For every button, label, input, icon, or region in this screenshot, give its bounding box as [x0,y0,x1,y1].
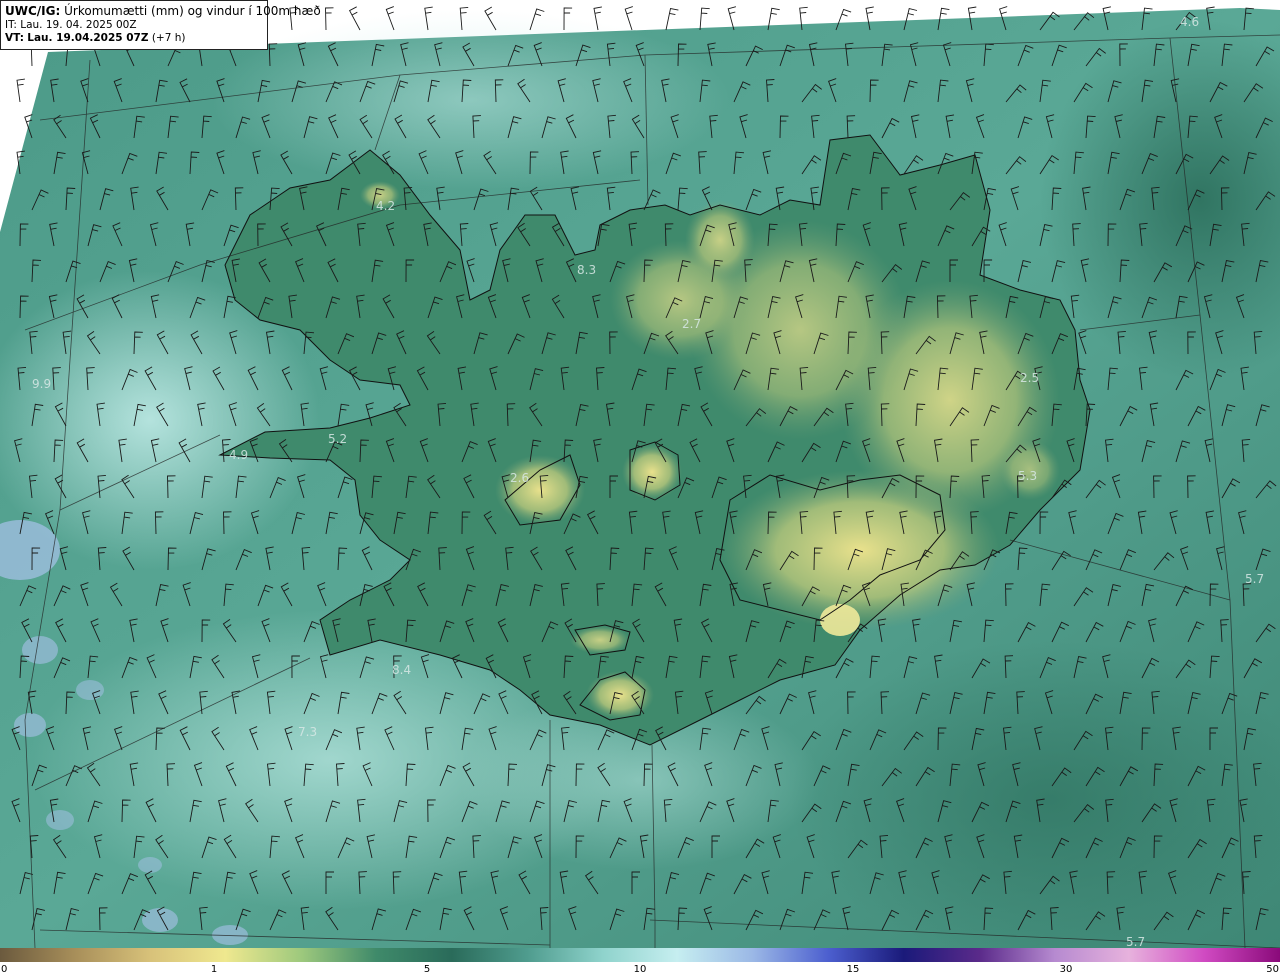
map-label-bottom-right: 5.7 [1126,935,1145,948]
colorbar-tick-15: 15 [846,964,860,975]
map-label-langjokull: 2.6 [510,471,529,485]
map-label-southeast-sea: 5.7 [1245,572,1264,586]
map-label-ne-corner: 4.6 [1180,15,1199,29]
valid-prefix: VT: [5,32,24,44]
info-title-line: UWC/IG: Úrkomumætti (mm) og vindur í 100… [5,3,321,19]
valid-time-line: VT: Lau. 19.04.2025 07Z (+7 h) [5,32,263,45]
colorbar-tick-0: 0 [1,964,8,975]
map-label-reykjanes: 8.4 [392,663,411,677]
map-label-west-cape: 4.9 [229,448,248,462]
map-label-north: 2.7 [682,317,701,331]
init-time: IT: Lau. 19. 04. 2025 00Z [5,19,137,31]
forecast-map: 4.6 4.2 8.3 2.7 2.5 9.9 5.2 4.9 2.6 5.3 … [0,0,1280,948]
map-label-snaefellsnes: 5.2 [328,432,347,446]
colorbar-tick-1: 1 [210,964,218,975]
valid-offset: (+7 h) [151,32,186,44]
colorbar-tick-5: 5 [423,964,431,975]
map-label-east: 2.5 [1020,371,1039,385]
map-label-southwest-sea: 7.3 [298,725,317,739]
map-label-eastfjords: 5.3 [1018,469,1037,483]
map-label-west-sea: 9.9 [32,377,51,391]
model-name: UWC/IG: [5,4,61,18]
map-label-westfjords: 4.2 [376,199,395,213]
forecast-info-box: UWC/IG: Úrkomumætti (mm) og vindur í 100… [0,0,321,50]
colorbar-tick-30: 30 [1059,964,1073,975]
map-label-northwest: 8.3 [577,263,596,277]
colorbar-tick-10: 10 [633,964,647,975]
colorbar-gradient [0,948,1280,962]
product-title: Úrkomumætti (mm) og vindur í 100m hæð [64,4,321,18]
colorbar-labels: 0 1 5 10 15 30 50 [0,962,1280,978]
valid-time: Lau. 19.04.2025 07Z [27,32,149,44]
precip-colorbar [0,948,1280,962]
colorbar-tick-50: 50 [1266,964,1279,975]
